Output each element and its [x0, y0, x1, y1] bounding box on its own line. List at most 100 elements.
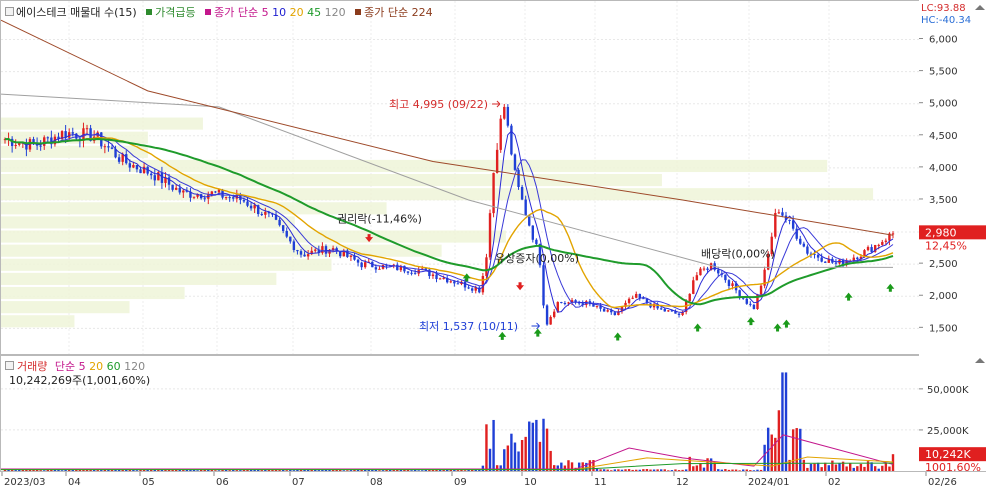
- price-tick-label: 1,500: [929, 323, 958, 334]
- price-candle: [517, 169, 520, 187]
- volume-profile-bar: [1, 286, 185, 300]
- price-candle: [214, 191, 217, 193]
- volume-bar: [513, 442, 517, 471]
- price-candle: [759, 285, 763, 295]
- price-candle: [456, 283, 460, 285]
- scroll-up-icon: [975, 358, 985, 363]
- price-candle: [549, 316, 552, 325]
- volume-chart-pane[interactable]: 거래량 단순 5 20 60 120 10,242,269주(1,001,60%…: [0, 355, 920, 472]
- surge-up-arrow-icon: [613, 332, 622, 341]
- price-candle: [613, 312, 617, 316]
- price-candle: [289, 236, 292, 242]
- price-candle: [877, 244, 880, 246]
- price-candle: [449, 281, 452, 283]
- volume-bar: [485, 424, 488, 471]
- price-candle: [499, 118, 502, 150]
- price-candle: [627, 298, 631, 303]
- price-candle: [488, 213, 492, 258]
- price-candle: [788, 219, 791, 221]
- price-candle: [802, 243, 806, 247]
- price-candle: [642, 298, 645, 300]
- price-candle: [174, 187, 178, 190]
- price-tick-label: 2,500: [929, 259, 958, 270]
- price-candle: [360, 262, 363, 268]
- volume-bar: [520, 440, 524, 471]
- price-candle: [228, 197, 231, 199]
- price-candle: [606, 310, 609, 312]
- volume-bar: [517, 451, 520, 471]
- price-candle: [85, 128, 89, 130]
- price-candle: [46, 137, 49, 139]
- volume-bar: [813, 463, 816, 471]
- x-tick-label: 07: [292, 477, 305, 488]
- price-candle: [834, 262, 838, 264]
- checkbox-icon[interactable]: [5, 7, 14, 16]
- price-candle: [692, 280, 695, 294]
- price-candle: [356, 259, 360, 263]
- price-candle: [285, 230, 288, 237]
- price-candle: [667, 310, 670, 312]
- price-candle: [139, 169, 142, 174]
- surge-up-arrow-icon: [533, 328, 542, 337]
- volume-tick-label: 25,000K: [927, 426, 969, 437]
- price-candle: [135, 164, 139, 170]
- price-candle: [406, 271, 410, 273]
- volume-profile-bar: [1, 258, 332, 271]
- price-candle: [503, 106, 506, 119]
- volume-bar: [503, 449, 506, 471]
- price-candle: [542, 265, 545, 306]
- price-candle: [363, 262, 367, 268]
- price-candle: [232, 197, 235, 199]
- price-candle: [695, 275, 699, 281]
- price-candle: [264, 211, 267, 215]
- price-candle: [884, 240, 888, 242]
- current-volume-label: 10,242K: [925, 448, 971, 461]
- price-candle: [727, 280, 731, 287]
- x-tick-label: 09: [454, 477, 467, 488]
- volume-bar: [528, 421, 531, 471]
- price-candle: [470, 288, 474, 291]
- volume-profile-bar: [1, 301, 130, 314]
- ma-120-label: 120: [324, 6, 346, 19]
- price-candle: [438, 278, 442, 280]
- price-chart-pane[interactable]: 최고 4,995 (09/22) 최저 1,537 (10/11) 권리락(-11,…: [0, 0, 920, 355]
- high-annotation: 최고 4,995 (09/22): [389, 98, 488, 111]
- price-candle: [866, 247, 870, 251]
- checkbox-icon[interactable]: [5, 361, 14, 370]
- price-candle: [824, 261, 827, 263]
- price-candle: [296, 249, 299, 252]
- volume-profile-bar: [1, 216, 295, 229]
- price-candle: [182, 190, 185, 193]
- volume-bar: [492, 419, 495, 471]
- volume-bar: [709, 458, 713, 471]
- volume-bar: [824, 462, 827, 471]
- volume-bar: [799, 428, 802, 471]
- volume-bar: [524, 436, 527, 471]
- price-candle: [281, 225, 285, 231]
- price-candle: [677, 313, 681, 315]
- price-candle: [635, 293, 638, 298]
- volume-bar: [809, 463, 813, 471]
- price-candle: [463, 281, 467, 288]
- price-candle: [663, 308, 666, 312]
- price-candle: [495, 149, 499, 173]
- volume-profile-bar: [1, 230, 506, 243]
- lc-value: LC:93.88: [921, 3, 966, 14]
- x-tick-label: 05: [142, 477, 155, 488]
- price-candle: [171, 184, 174, 190]
- surge-up-arrow-icon: [773, 323, 782, 332]
- price-candle: [702, 268, 706, 270]
- price-candle: [524, 199, 527, 216]
- volume-bar: [545, 428, 549, 471]
- volume-bar: [549, 450, 552, 471]
- price-candle: [699, 268, 702, 276]
- price-candle: [659, 308, 663, 310]
- price-candle: [43, 137, 46, 146]
- price-candle: [260, 214, 263, 216]
- volume-bar: [884, 463, 888, 471]
- price-candle: [253, 205, 256, 209]
- price-candle: [299, 251, 303, 255]
- price-candle: [153, 175, 156, 181]
- price-candle: [303, 254, 306, 257]
- price-candle: [891, 233, 895, 235]
